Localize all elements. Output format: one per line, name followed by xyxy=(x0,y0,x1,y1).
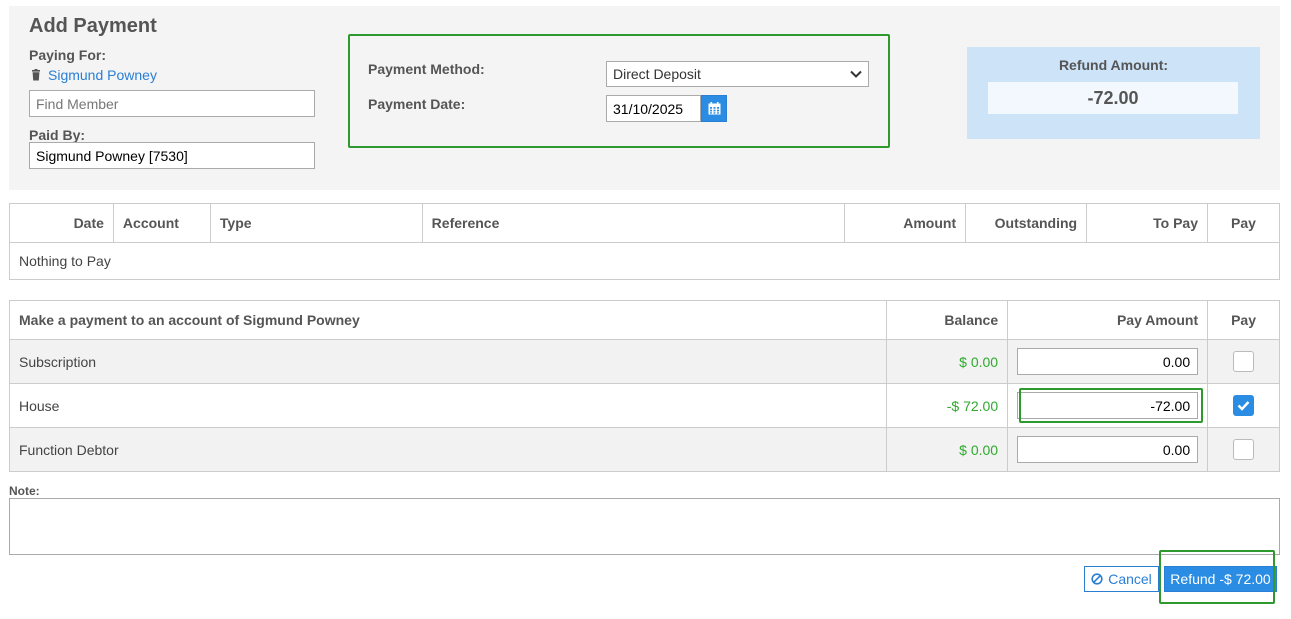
checkmark-icon xyxy=(1237,401,1250,411)
col-pay[interactable]: Pay xyxy=(1207,203,1280,243)
account-name: Function Debtor xyxy=(8,427,888,472)
payment-method-label: Payment Method: xyxy=(368,61,485,77)
transactions-header-row: Date Account Type Reference Amount Outst… xyxy=(9,203,1280,243)
pay-amount-cell xyxy=(1007,383,1209,428)
col-pay-amount: Pay Amount xyxy=(1007,300,1209,340)
account-balance: -$ 72.00 xyxy=(886,383,1009,428)
note-label: Note: xyxy=(9,484,40,498)
col-date[interactable]: Date xyxy=(9,203,114,243)
table-row: House -$ 72.00 xyxy=(8,383,1280,428)
payment-date-label: Payment Date: xyxy=(368,96,466,112)
paid-by-label: Paid By: xyxy=(29,127,86,143)
pay-checkbox-cell xyxy=(1207,339,1280,384)
col-type[interactable]: Type xyxy=(209,203,423,243)
chevron-down-icon xyxy=(850,70,862,78)
ban-icon xyxy=(1091,573,1103,585)
cancel-button[interactable]: Cancel xyxy=(1084,566,1159,592)
refund-amount-panel: Refund Amount: -72.00 xyxy=(967,47,1260,139)
col-reference[interactable]: Reference xyxy=(421,203,846,243)
account-payments-table: Make a payment to an account of Sigmund … xyxy=(8,300,1280,472)
payment-method-select[interactable]: Direct Deposit xyxy=(606,61,869,87)
pay-amount-input[interactable] xyxy=(1017,348,1199,375)
pay-amount-cell xyxy=(1007,339,1209,384)
note-textarea[interactable] xyxy=(9,498,1280,555)
empty-message: Nothing to Pay xyxy=(9,242,1280,280)
account-balance: $ 0.00 xyxy=(886,427,1009,472)
pay-checkbox[interactable] xyxy=(1233,395,1255,416)
calendar-button[interactable] xyxy=(701,95,727,122)
pay-checkbox-cell xyxy=(1207,427,1280,472)
page-title: Add Payment xyxy=(29,15,157,37)
calendar-icon xyxy=(708,102,720,115)
account-balance: $ 0.00 xyxy=(886,339,1009,384)
pay-checkbox-cell xyxy=(1207,383,1280,428)
paying-for-label: Paying For: xyxy=(29,47,107,63)
table-row: Subscription $ 0.00 xyxy=(8,339,1280,384)
col-account[interactable]: Account xyxy=(112,203,211,243)
account-name: Subscription xyxy=(8,339,888,384)
find-member-input[interactable] xyxy=(29,90,315,117)
paying-for-member[interactable]: Sigmund Powney xyxy=(30,67,157,83)
col-to-pay[interactable]: To Pay xyxy=(1086,203,1208,243)
col-pay-check: Pay xyxy=(1207,300,1280,340)
paid-by-input[interactable] xyxy=(29,142,315,169)
pay-amount-input[interactable] xyxy=(1017,392,1199,419)
member-name-link[interactable]: Sigmund Powney xyxy=(48,67,157,83)
pay-amount-input[interactable] xyxy=(1017,436,1199,463)
payment-method-value: Direct Deposit xyxy=(613,66,701,82)
col-outstanding[interactable]: Outstanding xyxy=(965,203,1088,243)
col-amount[interactable]: Amount xyxy=(844,203,967,243)
account-name: House xyxy=(8,383,888,428)
table-row: Nothing to Pay xyxy=(9,242,1280,280)
transactions-table: Date Account Type Reference Amount Outst… xyxy=(9,203,1280,280)
col-balance: Balance xyxy=(886,300,1009,340)
pay-checkbox[interactable] xyxy=(1233,439,1255,460)
refund-amount-value: -72.00 xyxy=(988,82,1238,114)
trash-icon[interactable] xyxy=(30,69,42,81)
refund-button[interactable]: Refund -$ 72.00 xyxy=(1164,566,1277,592)
cancel-label: Cancel xyxy=(1108,571,1152,587)
col-account-name: Make a payment to an account of Sigmund … xyxy=(8,300,888,340)
refund-button-label: Refund -$ 72.00 xyxy=(1170,571,1271,587)
payment-date-field xyxy=(606,95,727,122)
table-row: Function Debtor $ 0.00 xyxy=(8,427,1280,472)
pay-checkbox[interactable] xyxy=(1233,351,1255,372)
accounts-header-row: Make a payment to an account of Sigmund … xyxy=(8,300,1280,340)
refund-amount-label: Refund Amount: xyxy=(1058,57,1169,73)
payment-date-input[interactable] xyxy=(606,95,701,122)
pay-amount-cell xyxy=(1007,427,1209,472)
